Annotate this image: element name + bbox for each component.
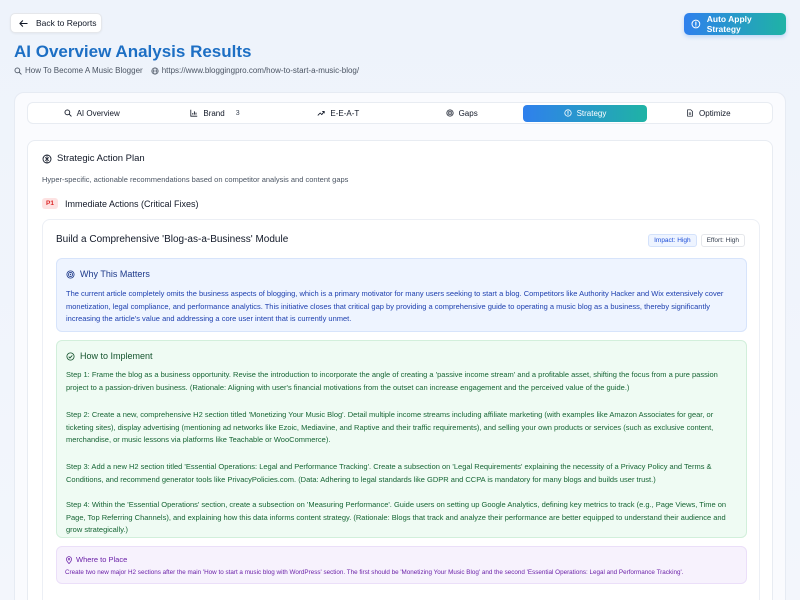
plan-heading: Strategic Action Plan xyxy=(42,153,145,164)
impact-badge: Impact: High xyxy=(648,234,697,247)
tab-strategy[interactable]: Strategy xyxy=(523,104,647,122)
map-pin-icon xyxy=(66,555,72,564)
arrow-left-icon xyxy=(19,19,28,27)
implementation-step: Step 3: Add a new H2 section titled 'Ess… xyxy=(66,462,712,484)
bar-chart-icon xyxy=(190,109,198,117)
tab-brand[interactable]: Brand 3 xyxy=(153,105,276,122)
keyword-text: How To Become A Music Blogger xyxy=(25,66,143,75)
plan-title: Strategic Action Plan xyxy=(57,153,145,164)
where-heading: Where to Place xyxy=(65,555,127,564)
priority-badge: P1 xyxy=(42,198,58,209)
tab-bar: AI Overview Brand 3 E-E-A-T Gaps Strateg… xyxy=(27,102,773,124)
where-to-place-box: Where to Place Create two new major H2 s… xyxy=(56,546,747,584)
page-title: AI Overview Analysis Results xyxy=(14,42,252,61)
implementation-step: Step 2: Create a new, comprehensive H2 s… xyxy=(66,410,714,444)
plan-subtitle: Hyper-specific, actionable recommendatio… xyxy=(42,175,349,184)
compass-icon xyxy=(563,109,572,117)
how-title: How to Implement xyxy=(80,351,153,361)
implementation-step: Step 1: Frame the blog as a business opp… xyxy=(66,370,718,392)
action-title: Build a Comprehensive 'Blog-as-a-Busines… xyxy=(56,234,289,245)
tab-label: Brand xyxy=(203,108,225,118)
target-icon xyxy=(66,269,75,279)
trending-up-icon xyxy=(317,110,326,116)
implementation-step: Step 4: Within the 'Essential Operations… xyxy=(66,500,727,534)
priority-label: Immediate Actions (Critical Fixes) xyxy=(64,198,199,209)
why-this-matters-box: Why This Matters The current article com… xyxy=(56,258,747,332)
keyword-meta: How To Become A Music Blogger xyxy=(14,66,143,75)
auto-apply-label: Auto Apply Strategy xyxy=(706,14,752,34)
tab-optimize[interactable]: Optimize xyxy=(647,105,770,122)
effort-badge: Effort: High xyxy=(700,234,745,247)
results-card: AI Overview Brand 3 E-E-A-T Gaps Strateg… xyxy=(14,92,786,600)
search-icon xyxy=(14,67,22,75)
how-to-implement-box: How to Implement Step 1: Frame the blog … xyxy=(56,340,747,538)
why-heading: Why This Matters xyxy=(66,269,150,279)
action-card: Build a Comprehensive 'Blog-as-a-Busines… xyxy=(42,219,760,600)
compass-icon xyxy=(691,19,701,29)
tab-eeat[interactable]: E-E-A-T xyxy=(277,105,400,122)
tab-ai-overview[interactable]: AI Overview xyxy=(30,105,153,122)
back-to-reports-label: Back to Reports xyxy=(36,18,97,28)
why-title: Why This Matters xyxy=(80,269,150,279)
check-circle-icon xyxy=(66,351,75,361)
page-meta: How To Become A Music Blogger https://ww… xyxy=(14,66,359,75)
where-text: Create two new major H2 sections after t… xyxy=(65,569,684,576)
tab-label: Optimize xyxy=(699,108,731,118)
brand-count-badge: 3 xyxy=(235,109,240,117)
strategy-panel: Strategic Action Plan Hyper-specific, ac… xyxy=(27,140,773,600)
tab-label: AI Overview xyxy=(76,108,120,118)
brain-icon xyxy=(42,154,52,163)
document-icon xyxy=(687,109,693,117)
url-meta: https://www.bloggingpro.com/how-to-start… xyxy=(151,66,359,75)
how-heading: How to Implement xyxy=(66,351,153,361)
tab-label: E-E-A-T xyxy=(330,108,360,118)
page-header: Back to Reports Auto Apply Strategy AI O… xyxy=(0,0,800,92)
action-chips: Impact: High Effort: High xyxy=(648,234,745,247)
auto-apply-strategy-button[interactable]: Auto Apply Strategy xyxy=(684,13,786,35)
search-icon xyxy=(64,109,72,117)
target-icon xyxy=(446,109,454,117)
tab-label: Strategy xyxy=(576,108,607,118)
tab-label: Gaps xyxy=(458,108,478,118)
tab-gaps[interactable]: Gaps xyxy=(400,105,523,122)
why-text: The current article completely omits the… xyxy=(66,289,724,323)
priority-heading: P1 Immediate Actions (Critical Fixes) xyxy=(42,198,199,209)
where-title: Where to Place xyxy=(76,555,128,564)
back-to-reports-button[interactable]: Back to Reports xyxy=(10,13,102,33)
globe-icon xyxy=(151,66,159,75)
url-text[interactable]: https://www.bloggingpro.com/how-to-start… xyxy=(162,66,359,75)
